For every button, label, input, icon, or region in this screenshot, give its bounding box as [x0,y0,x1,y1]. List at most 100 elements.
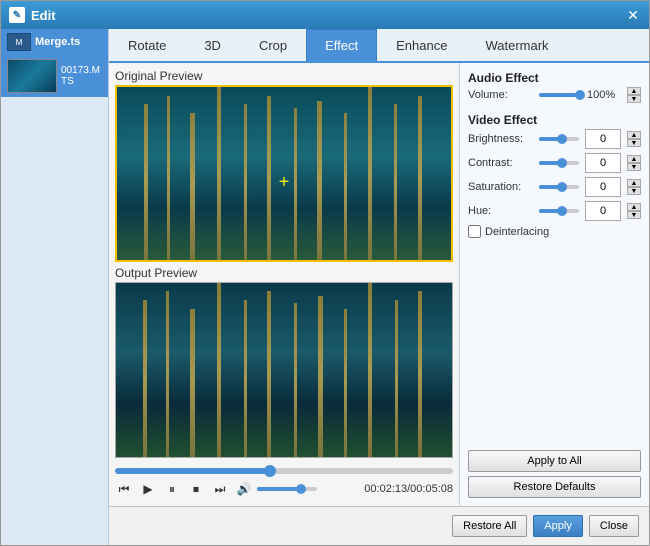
merge-item[interactable]: M Merge.ts [1,29,108,55]
close-dialog-button[interactable]: Close [589,515,639,537]
deinterlacing-label: Deinterlacing [485,226,549,238]
apply-button[interactable]: Apply [533,515,583,537]
saturation-slider-thumb[interactable] [557,182,567,192]
contrast-label: Contrast: [468,157,533,169]
hue-slider[interactable] [539,209,579,213]
edit-window: ✎ Edit ✕ M Merge.ts 00173.MTS Rotate 3D [0,0,650,546]
restore-defaults-button[interactable]: Restore Defaults [468,476,641,498]
tab-bar: Rotate 3D Crop Effect Enhance Watermark [109,29,649,63]
playback-controls: ⏮ ▶ ⏸ ⏹ ⏭ 🔊 [115,478,453,500]
deinterlacing-checkbox[interactable] [468,225,481,238]
skip-back-button[interactable]: ⏮ [115,480,133,498]
volume-track[interactable] [257,487,317,491]
saturation-up-button[interactable]: ▲ [627,179,641,187]
volume-slider-thumb[interactable] [575,90,585,100]
original-scene: + [117,87,451,260]
skip-forward-button[interactable]: ⏭ [211,480,229,498]
saturation-slider[interactable] [539,185,579,189]
original-preview-section: Original Preview [115,69,453,262]
merge-icon: M [7,33,31,51]
tab-watermark[interactable]: Watermark [466,29,567,61]
file-panel: M Merge.ts 00173.MTS [1,29,109,545]
out-bamboo-12 [418,291,422,457]
hue-label: Hue: [468,205,533,217]
volume-icon[interactable]: 🔊 [235,480,253,498]
progress-thumb[interactable] [264,465,276,477]
volume-down-button[interactable]: ▼ [627,95,641,103]
out-bamboo-9 [344,309,347,457]
contrast-input[interactable] [585,153,621,173]
edit-panel: Rotate 3D Crop Effect Enhance Watermark … [109,29,649,545]
contrast-slider[interactable] [539,161,579,165]
output-video [115,282,453,459]
merge-label: Merge.ts [35,36,80,48]
side-buttons: Apply to All Restore Defaults [468,450,641,498]
hue-input[interactable] [585,201,621,221]
output-scene [116,283,452,458]
main-content: M Merge.ts 00173.MTS Rotate 3D Crop Effe… [1,29,649,545]
contrast-down-button[interactable]: ▼ [627,163,641,171]
out-bamboo-3 [190,309,195,457]
close-button[interactable]: ✕ [625,7,641,23]
hue-up-button[interactable]: ▲ [627,203,641,211]
contrast-row: Contrast: ▲ ▼ [468,153,641,173]
playback-bar: ⏮ ▶ ⏸ ⏹ ⏭ 🔊 [115,464,453,500]
tab-enhance[interactable]: Enhance [377,29,466,61]
brightness-row: Brightness: ▲ ▼ [468,129,641,149]
volume-spinner: ▲ ▼ [627,87,641,103]
brightness-slider-thumb[interactable] [557,134,567,144]
saturation-input[interactable] [585,177,621,197]
tab-effect[interactable]: Effect [306,29,377,61]
progress-fill [115,468,267,474]
brightness-up-button[interactable]: ▲ [627,131,641,139]
bamboo-4 [217,87,221,260]
stop-button[interactable]: ⏹ [187,480,205,498]
volume-label: Volume: [468,89,533,101]
play-button[interactable]: ▶ [139,480,157,498]
right-panel: Audio Effect Volume: 100% ▲ ▼ [459,63,649,506]
video-effect-section: Video Effect Brightness: ▲ ▼ [468,113,641,238]
edit-area: Original Preview [109,63,649,506]
window-title: Edit [31,8,625,23]
volume-slider[interactable] [539,93,581,97]
hue-down-button[interactable]: ▼ [627,211,641,219]
file-thumbnail [7,59,57,93]
tab-crop[interactable]: Crop [240,29,306,61]
bamboo-3 [190,113,195,260]
brightness-slider[interactable] [539,137,579,141]
tab-rotate[interactable]: Rotate [109,29,185,61]
contrast-slider-thumb[interactable] [557,158,567,168]
volume-slider-fill [539,93,577,97]
restore-all-button[interactable]: Restore All [452,515,527,537]
bamboo-7 [294,108,297,260]
volume-fill [257,487,299,491]
audio-effect-section: Audio Effect Volume: 100% ▲ ▼ [468,71,641,107]
volume-thumb[interactable] [296,484,306,494]
crosshair: + [279,171,290,192]
pause-button[interactable]: ⏸ [163,480,181,498]
file-item[interactable]: 00173.MTS [1,55,108,97]
contrast-up-button[interactable]: ▲ [627,155,641,163]
volume-up-button[interactable]: ▲ [627,87,641,95]
title-bar: ✎ Edit ✕ [1,1,649,29]
apply-to-all-button[interactable]: Apply to All [468,450,641,472]
bamboo-11 [394,104,397,259]
bamboo-1 [144,104,148,259]
saturation-down-button[interactable]: ▼ [627,187,641,195]
out-bamboo-1 [143,300,147,457]
original-label: Original Preview [115,69,453,83]
brightness-input[interactable] [585,129,621,149]
saturation-label: Saturation: [468,181,533,193]
contrast-spinner: ▲ ▼ [627,155,641,171]
bamboo-8 [317,101,322,260]
volume-value: 100% [587,89,621,101]
brightness-down-button[interactable]: ▼ [627,139,641,147]
deinterlacing-row: Deinterlacing [468,225,641,238]
out-bamboo-10 [368,283,372,458]
hue-slider-thumb[interactable] [557,206,567,216]
tab-3d[interactable]: 3D [185,29,240,61]
original-video: + [115,85,453,262]
progress-track[interactable] [115,468,453,474]
out-bamboo-11 [395,300,398,457]
out-bamboo-2 [166,291,169,457]
